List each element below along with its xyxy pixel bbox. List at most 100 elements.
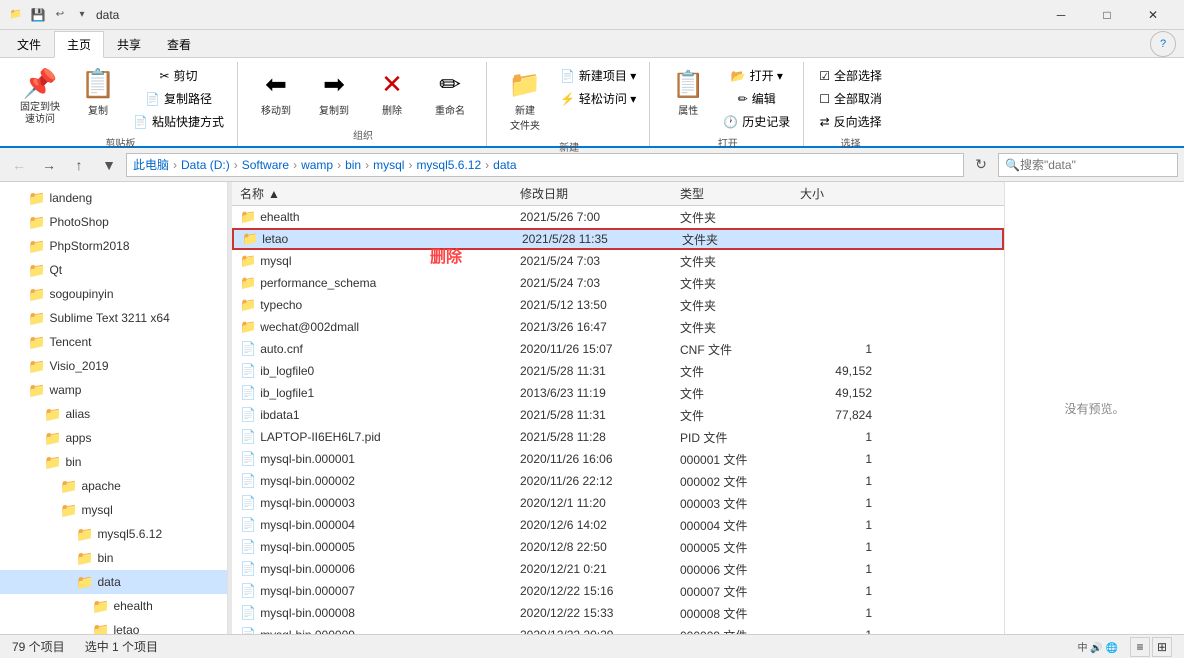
path-mysql-version[interactable]: mysql5.6.12 bbox=[416, 158, 481, 172]
tab-view[interactable]: 查看 bbox=[154, 31, 204, 57]
copy-to-button[interactable]: ➡ 复制到 bbox=[306, 64, 362, 122]
table-row[interactable]: 📄mysql-bin.000007 2020/12/22 15:16 00000… bbox=[232, 580, 1004, 602]
table-row[interactable]: 📄mysql-bin.000004 2020/12/6 14:02 000004… bbox=[232, 514, 1004, 536]
table-row[interactable]: 📁mysql 2021/5/24 7:03 文件夹 bbox=[232, 250, 1004, 272]
sidebar-item-alias[interactable]: 📁 alias bbox=[0, 402, 227, 426]
table-row[interactable]: 📄mysql-bin.000002 2020/11/26 22:12 00000… bbox=[232, 470, 1004, 492]
path-wamp[interactable]: wamp bbox=[301, 158, 333, 172]
table-row[interactable]: 📁wechat@002dmall 2021/3/26 16:47 文件夹 bbox=[232, 316, 1004, 338]
close-button[interactable]: ✕ bbox=[1130, 0, 1176, 30]
sidebar-item-apache[interactable]: 📁 apache bbox=[0, 474, 227, 498]
sidebar-item-qt[interactable]: 📁 Qt bbox=[0, 258, 227, 282]
maximize-button[interactable]: □ bbox=[1084, 0, 1130, 30]
ribbon-toolbar: 📌 固定到快速访问 📋 复制 ✂ 剪切 📄 复制路径 bbox=[0, 58, 1184, 148]
address-path[interactable]: 此电脑 › Data (D:) › Software › wamp › bin … bbox=[126, 153, 964, 177]
col-date-header[interactable]: 修改日期 bbox=[520, 185, 680, 202]
tab-share[interactable]: 共享 bbox=[104, 31, 154, 57]
table-row[interactable]: 📁ehealth 2021/5/26 7:00 文件夹 bbox=[232, 206, 1004, 228]
paste-button[interactable]: 📋 复制 bbox=[70, 64, 126, 122]
table-row[interactable]: 📄ib_logfile0 2021/5/28 11:31 文件 49,152 bbox=[232, 360, 1004, 382]
help-button[interactable]: ? bbox=[1150, 31, 1176, 57]
table-row[interactable]: 📄mysql-bin.000005 2020/12/8 22:50 000005… bbox=[232, 536, 1004, 558]
col-type-header[interactable]: 类型 bbox=[680, 185, 800, 202]
copy-path-button[interactable]: 📄 复制路径 bbox=[128, 87, 229, 110]
sidebar-item-ehealth[interactable]: 📁 ehealth bbox=[0, 594, 227, 618]
up-button[interactable]: ↑ bbox=[66, 152, 92, 178]
file-date: 2020/12/22 20:29 bbox=[520, 628, 680, 634]
paste-icon: 📋 bbox=[81, 69, 116, 100]
file-type: 文件夹 bbox=[682, 231, 802, 248]
sidebar-item-mysql[interactable]: 📁 mysql bbox=[0, 498, 227, 522]
edit-button[interactable]: ✏ 编辑 bbox=[718, 87, 795, 110]
file-name: 📄mysql-bin.000007 bbox=[240, 583, 520, 599]
path-software[interactable]: Software bbox=[242, 158, 289, 172]
table-row[interactable]: 📄LAPTOP-II6EH6L7.pid 2021/5/28 11:28 PID… bbox=[232, 426, 1004, 448]
table-row[interactable]: 📄ib_logfile1 2013/6/23 11:19 文件 49,152 bbox=[232, 382, 1004, 404]
path-sep-5: › bbox=[365, 158, 369, 172]
deselect-all-button[interactable]: ☐ 全部取消 bbox=[814, 87, 887, 110]
search-icon: 🔍 bbox=[1005, 158, 1020, 172]
table-row[interactable]: 📁letao 2021/5/28 11:35 文件夹 bbox=[232, 228, 1004, 250]
pin-button[interactable]: 📌 固定到快速访问 bbox=[12, 64, 68, 131]
details-view-button[interactable]: ≡ bbox=[1130, 637, 1150, 657]
minimize-button[interactable]: ─ bbox=[1038, 0, 1084, 30]
path-bin[interactable]: bin bbox=[345, 158, 361, 172]
rename-button[interactable]: ✏ 重命名 bbox=[422, 64, 478, 122]
table-row[interactable]: 📄ibdata1 2021/5/28 11:31 文件 77,824 bbox=[232, 404, 1004, 426]
table-row[interactable]: 📄mysql-bin.000008 2020/12/22 15:33 00000… bbox=[232, 602, 1004, 624]
rename-icon: ✏ bbox=[439, 69, 461, 100]
open-buttons: 📋 属性 📂 打开 ▾ ✏ 编辑 🕐 历史记录 bbox=[660, 64, 795, 133]
open-button[interactable]: 📂 打开 ▾ bbox=[718, 64, 795, 87]
new-folder-button[interactable]: 📁 新建文件夹 bbox=[497, 64, 553, 137]
back-button[interactable]: ← bbox=[6, 152, 32, 178]
sidebar-item-sogoupinyin[interactable]: 📁 sogoupinyin bbox=[0, 282, 227, 306]
sidebar-item-visio[interactable]: 📁 Visio_2019 bbox=[0, 354, 227, 378]
move-to-button[interactable]: ⬅ 移动到 bbox=[248, 64, 304, 122]
col-name-header[interactable]: 名称 ▲ bbox=[240, 185, 520, 202]
history-icon: 🕐 bbox=[723, 115, 738, 129]
properties-button[interactable]: 📋 属性 bbox=[660, 64, 716, 122]
sidebar-item-wamp[interactable]: 📁 wamp bbox=[0, 378, 227, 402]
table-row[interactable]: 📁performance_schema 2021/5/24 7:03 文件夹 bbox=[232, 272, 1004, 294]
sidebar-item-landeng[interactable]: 📁 landeng bbox=[0, 186, 227, 210]
path-data[interactable]: data bbox=[493, 158, 516, 172]
path-computer[interactable]: 此电脑 bbox=[133, 156, 169, 173]
path-mysql[interactable]: mysql bbox=[373, 158, 404, 172]
sidebar-item-photoshop[interactable]: 📁 PhotoShop bbox=[0, 210, 227, 234]
recent-locations-button[interactable]: ▼ bbox=[96, 152, 122, 178]
paste-shortcut-button[interactable]: 📄 粘贴快捷方式 bbox=[128, 110, 229, 133]
table-row[interactable]: 📄mysql-bin.000001 2020/11/26 16:06 00000… bbox=[232, 448, 1004, 470]
sidebar-item-tencent[interactable]: 📁 Tencent bbox=[0, 330, 227, 354]
table-row[interactable]: 📄mysql-bin.000006 2020/12/21 0:21 000006… bbox=[232, 558, 1004, 580]
history-button[interactable]: 🕐 历史记录 bbox=[718, 110, 795, 133]
forward-button[interactable]: → bbox=[36, 152, 62, 178]
col-size-header[interactable]: 大小 bbox=[800, 185, 880, 202]
tab-home[interactable]: 主页 bbox=[54, 31, 104, 58]
select-all-button[interactable]: ☑ 全部选择 bbox=[814, 64, 887, 87]
sidebar-item-bin2[interactable]: 📁 bin bbox=[0, 546, 227, 570]
invert-selection-button[interactable]: ⇄ 反向选择 bbox=[814, 110, 887, 133]
new-item-button[interactable]: 📄 新建项目 ▾ bbox=[555, 64, 641, 87]
system-tray: 中 🔊 🌐 bbox=[1078, 639, 1118, 654]
delete-button[interactable]: ✕ 删除 bbox=[364, 64, 420, 122]
icons-view-button[interactable]: ⊞ bbox=[1152, 637, 1172, 657]
refresh-button[interactable]: ↻ bbox=[968, 152, 994, 178]
table-row[interactable]: 📄auto.cnf 2020/11/26 15:07 CNF 文件 1 bbox=[232, 338, 1004, 360]
sidebar-item-data[interactable]: 📁 data bbox=[0, 570, 227, 594]
table-row[interactable]: 📄mysql-bin.000009 2020/12/22 20:29 00000… bbox=[232, 624, 1004, 634]
sidebar-item-apps[interactable]: 📁 apps bbox=[0, 426, 227, 450]
pin-icon: 📌 bbox=[23, 69, 58, 100]
sidebar-item-bin[interactable]: 📁 bin bbox=[0, 450, 227, 474]
table-row[interactable]: 📄mysql-bin.000003 2020/12/1 11:20 000003… bbox=[232, 492, 1004, 514]
table-row[interactable]: 📁typecho 2021/5/12 13:50 文件夹 bbox=[232, 294, 1004, 316]
tab-file[interactable]: 文件 bbox=[4, 31, 54, 57]
search-box[interactable]: 🔍 bbox=[998, 153, 1178, 177]
sidebar-item-mysql-version[interactable]: 📁 mysql5.6.12 bbox=[0, 522, 227, 546]
sidebar-item-phpstorm[interactable]: 📁 PhpStorm2018 bbox=[0, 234, 227, 258]
sidebar-item-letao[interactable]: 📁 letao bbox=[0, 618, 227, 634]
sidebar-item-sublime[interactable]: 📁 Sublime Text 3211 x64 bbox=[0, 306, 227, 330]
path-drive[interactable]: Data (D:) bbox=[181, 158, 230, 172]
cut-button[interactable]: ✂ 剪切 bbox=[128, 64, 229, 87]
search-input[interactable] bbox=[1020, 158, 1171, 172]
easy-access-button[interactable]: ⚡ 轻松访问 ▾ bbox=[555, 87, 641, 110]
